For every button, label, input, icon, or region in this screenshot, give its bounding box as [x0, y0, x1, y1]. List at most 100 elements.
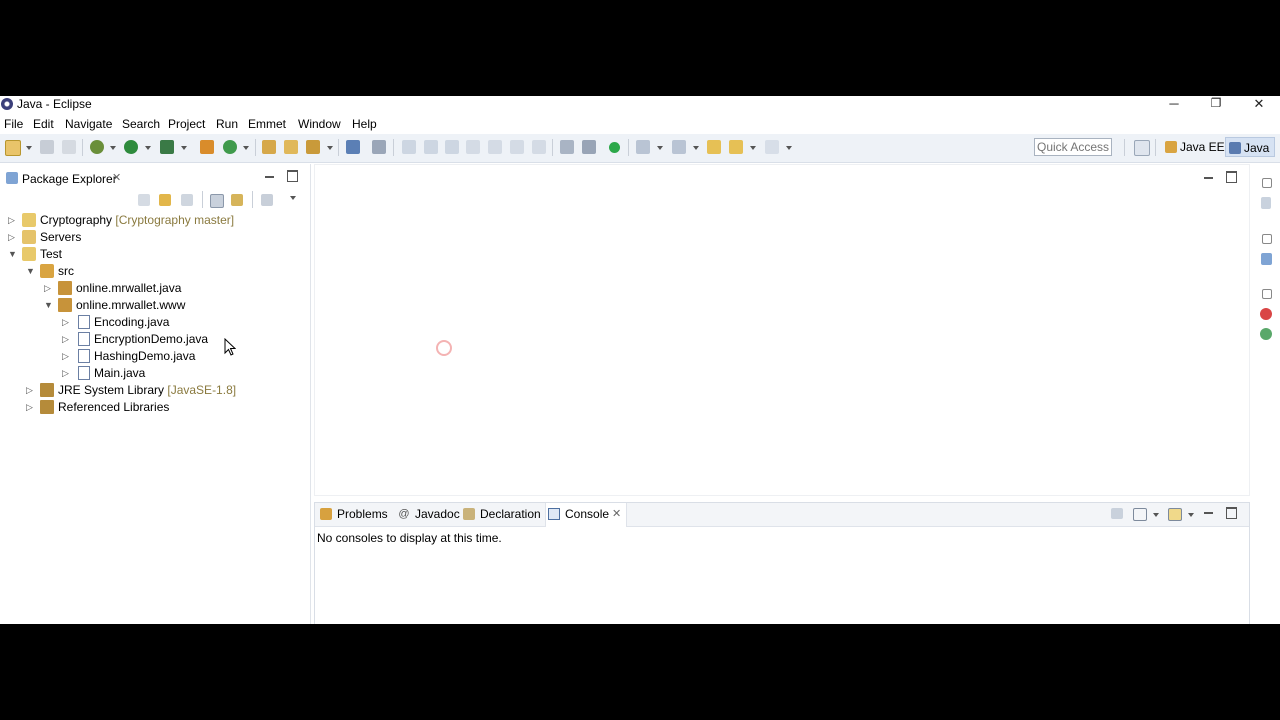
- back-dropdown-icon[interactable]: [750, 146, 756, 150]
- expand-arrow-icon[interactable]: ▷: [62, 334, 72, 344]
- editor-area[interactable]: [314, 164, 1250, 496]
- previous-annotation-dropdown-icon[interactable]: [693, 146, 699, 150]
- link-with-editor-icon[interactable]: [231, 194, 243, 206]
- step-return-icon[interactable]: [532, 140, 546, 154]
- terminate-icon[interactable]: [445, 140, 459, 154]
- close-view-icon[interactable]: ✕: [112, 171, 121, 184]
- new-class-dropdown-icon[interactable]: [243, 146, 249, 150]
- new-package-icon[interactable]: [223, 140, 237, 154]
- menu-file[interactable]: File: [4, 117, 23, 131]
- task-list-icon[interactable]: [1261, 253, 1272, 265]
- resume-icon[interactable]: [402, 140, 416, 154]
- forward-dropdown-icon[interactable]: [786, 146, 792, 150]
- menu-emmet[interactable]: Emmet: [248, 117, 286, 131]
- expand-arrow-icon[interactable]: ▷: [44, 283, 54, 293]
- settings-icon[interactable]: [1260, 328, 1272, 340]
- restore-icon[interactable]: [1262, 178, 1272, 188]
- step-over-icon[interactable]: [510, 140, 524, 154]
- expand-arrow-icon[interactable]: ▷: [62, 351, 72, 361]
- next-annotation-dropdown-icon[interactable]: [657, 146, 663, 150]
- tab-console[interactable]: Console ✕: [545, 503, 627, 527]
- maximize-console-icon[interactable]: [1226, 507, 1237, 519]
- view-back-icon[interactable]: [138, 194, 150, 206]
- new-icon[interactable]: [5, 140, 21, 156]
- collapse-arrow-icon[interactable]: ▼: [26, 266, 36, 276]
- restore-icon[interactable]: [1262, 234, 1272, 244]
- open-console-dropdown-icon[interactable]: [1188, 513, 1194, 517]
- last-edit-location-icon[interactable]: [707, 140, 721, 154]
- minimize-editor-icon[interactable]: [1204, 173, 1213, 179]
- suspend-icon[interactable]: [424, 140, 438, 154]
- view-menu-icon[interactable]: [290, 196, 296, 200]
- next-annotation-icon[interactable]: [636, 140, 650, 154]
- disconnect-icon[interactable]: [466, 140, 480, 154]
- console-dropdown-icon[interactable]: [1153, 513, 1159, 517]
- toggle-mark-occurrences-icon[interactable]: [372, 140, 386, 154]
- menu-run[interactable]: Run: [216, 117, 238, 131]
- step-into-icon[interactable]: [488, 140, 502, 154]
- open-perspective-icon[interactable]: [1134, 140, 1150, 156]
- save-all-icon[interactable]: [62, 140, 76, 154]
- quick-access-field[interactable]: [1034, 138, 1113, 156]
- previous-annotation-icon[interactable]: [672, 140, 686, 154]
- collapse-arrow-icon[interactable]: ▼: [44, 300, 54, 310]
- display-selected-console-icon[interactable]: [1133, 508, 1147, 521]
- menu-help[interactable]: Help: [352, 117, 377, 131]
- annotation-icon[interactable]: [560, 140, 574, 154]
- maximize-view-icon[interactable]: [287, 170, 298, 182]
- menu-search[interactable]: Search: [122, 117, 160, 131]
- menu-edit[interactable]: Edit: [33, 117, 54, 131]
- new-java-project-icon[interactable]: [200, 140, 214, 154]
- minimize-view-icon[interactable]: [265, 172, 274, 178]
- expand-arrow-icon[interactable]: ▷: [8, 215, 18, 225]
- debug-icon[interactable]: [90, 140, 104, 154]
- run-icon[interactable]: [124, 140, 138, 154]
- expand-arrow-icon[interactable]: ▷: [62, 317, 72, 327]
- pin-console-icon[interactable]: [1111, 508, 1123, 519]
- new-dropdown-icon[interactable]: [26, 146, 32, 150]
- help-icon[interactable]: [1260, 308, 1272, 320]
- expand-arrow-icon[interactable]: ▷: [26, 402, 36, 412]
- menu-window[interactable]: Window: [298, 117, 341, 131]
- green-status-icon[interactable]: [609, 142, 620, 153]
- quick-access-input[interactable]: [1035, 139, 1113, 155]
- view-forward-icon[interactable]: [159, 194, 171, 206]
- tab-declaration[interactable]: Declaration: [461, 503, 543, 526]
- focus-on-active-task-icon[interactable]: [261, 194, 273, 206]
- tab-problems[interactable]: Problems: [318, 503, 392, 526]
- minimize-button[interactable]: ─: [1154, 96, 1194, 113]
- debug-dropdown-icon[interactable]: [110, 146, 116, 150]
- expand-arrow-icon[interactable]: ▷: [8, 232, 18, 242]
- run-dropdown-icon[interactable]: [145, 146, 151, 150]
- collapse-all-icon[interactable]: [210, 194, 224, 208]
- outline-icon[interactable]: [1261, 197, 1271, 209]
- perspective-java[interactable]: Java: [1225, 137, 1275, 157]
- view-up-icon[interactable]: [181, 194, 193, 206]
- external-tools-dropdown-icon[interactable]: [181, 146, 187, 150]
- search-tool-icon[interactable]: [306, 140, 320, 154]
- expand-arrow-icon[interactable]: ▷: [62, 368, 72, 378]
- menu-navigate[interactable]: Navigate: [65, 117, 112, 131]
- window-title: Java - Eclipse: [17, 97, 92, 111]
- maximize-editor-icon[interactable]: [1226, 171, 1237, 183]
- open-task-icon[interactable]: [284, 140, 298, 154]
- restore-icon[interactable]: [1262, 289, 1272, 299]
- skip-breakpoints-icon[interactable]: [582, 140, 596, 154]
- project-icon: [22, 213, 36, 227]
- open-type-icon[interactable]: [262, 140, 276, 154]
- close-button[interactable]: ✕: [1239, 96, 1279, 113]
- restore-button[interactable]: ❐: [1196, 96, 1236, 113]
- forward-icon[interactable]: [765, 140, 779, 154]
- coverage-icon[interactable]: [160, 140, 174, 154]
- terminal-icon[interactable]: [346, 140, 360, 154]
- collapse-arrow-icon[interactable]: ▼: [8, 249, 18, 259]
- save-icon[interactable]: [40, 140, 54, 154]
- menu-project[interactable]: Project: [168, 117, 205, 131]
- close-console-icon[interactable]: ✕: [612, 503, 621, 525]
- search-dropdown-icon[interactable]: [327, 146, 333, 150]
- expand-arrow-icon[interactable]: ▷: [26, 385, 36, 395]
- open-console-icon[interactable]: [1168, 508, 1182, 521]
- tab-javadoc[interactable]: @ Javadoc: [396, 503, 460, 526]
- minimize-console-icon[interactable]: [1204, 508, 1213, 514]
- back-icon[interactable]: [729, 140, 743, 154]
